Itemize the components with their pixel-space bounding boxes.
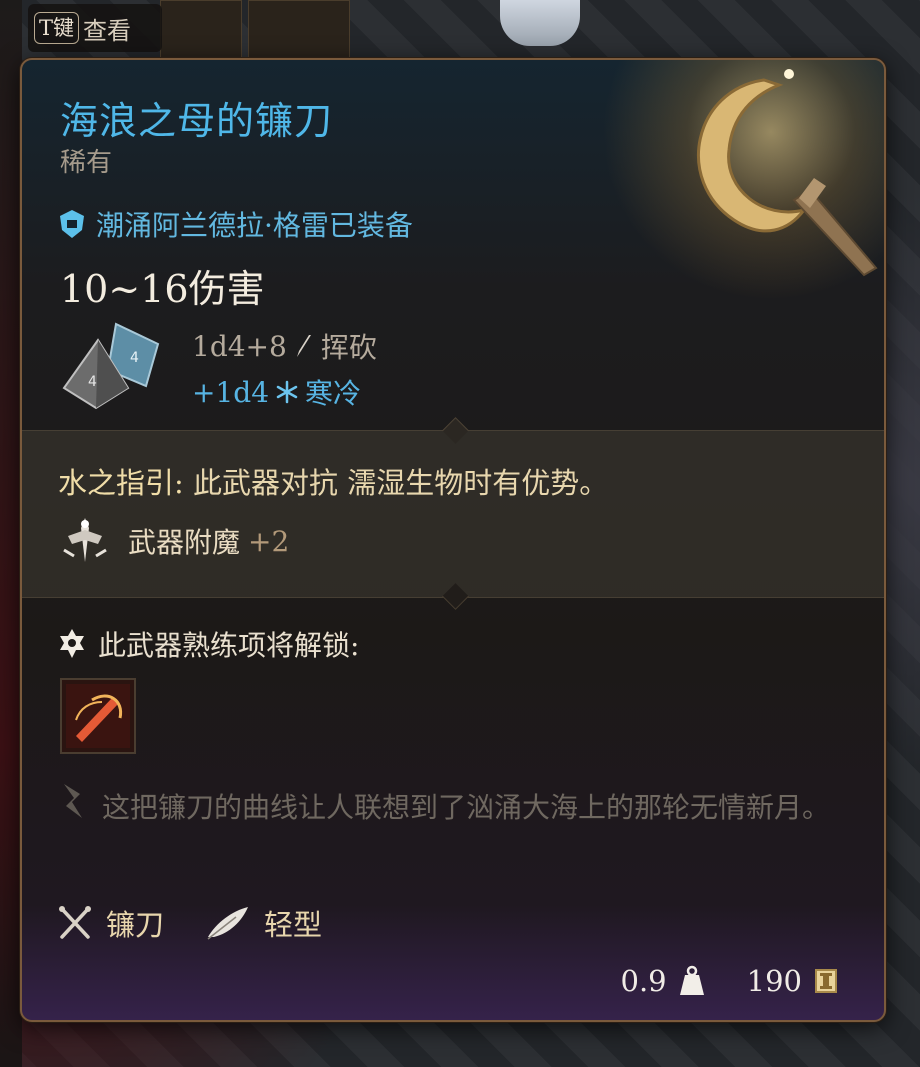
passive-name: 水之指引: <box>58 466 184 500</box>
item-price: 190 <box>746 964 802 998</box>
weapon-weight-class-label: 轻型 <box>264 908 323 942</box>
sickle-icon <box>59 906 91 939</box>
weapon-action-slot[interactable] <box>60 678 136 754</box>
enchantment-bonus: +2 <box>248 524 290 558</box>
svg-text:4: 4 <box>130 350 139 366</box>
proficiency-label: 此武器熟练项将解锁: <box>98 629 360 662</box>
weight-icon <box>679 965 704 995</box>
feather-icon <box>207 907 249 940</box>
svg-text:4: 4 <box>88 374 97 390</box>
enchantment-label: 武器附魔 <box>128 526 241 559</box>
weapon-type-label: 镰刀 <box>106 908 165 942</box>
equipped-by-label: 潮涌阿兰德拉·格雷已装备 <box>96 209 413 242</box>
inspect-label: 查看 <box>83 16 132 45</box>
inventory-item-slot[interactable] <box>160 0 242 60</box>
item-name: 海浪之母的镰刀 <box>60 99 334 143</box>
enchantment-icon <box>63 518 107 562</box>
damage-dice: 1d4+8 <box>192 329 287 363</box>
damage-line-slashing: 1d4+8 挥砍 <box>192 326 377 366</box>
damage-total: 10~16伤害 <box>60 267 265 311</box>
passive-ability[interactable]: 水之指引: 此武器对抗 濡湿生物时有优势。 <box>58 460 608 502</box>
sickle-weapon-image <box>697 69 878 277</box>
item-tooltip: 海浪之母的镰刀 稀有 潮涌阿兰德拉·格雷已装备 10~16伤害 4 4 1d4+… <box>20 58 886 1022</box>
dice-icon: 4 4 <box>62 322 160 410</box>
proficiency-unlock-header: 此武器熟练项将解锁: <box>58 624 359 664</box>
weapon-tags: 镰刀 轻型 <box>58 902 322 944</box>
inventory-item-slot[interactable] <box>248 0 350 60</box>
helmet-icon <box>60 210 84 238</box>
gold-coin-icon <box>815 969 837 993</box>
quill-icon <box>64 784 82 818</box>
inspect-key-hint[interactable]: T键 查看 <box>28 4 162 52</box>
damage-line-cold: +1d4 寒冷 <box>192 372 361 412</box>
equipped-status: 潮涌阿兰德拉·格雷已装备 <box>58 204 413 244</box>
slashing-icon <box>296 335 311 357</box>
item-weight: 0.9 <box>620 964 667 998</box>
weapon-enchantment[interactable]: 武器附魔 +2 <box>58 514 289 568</box>
item-rarity: 稀有 <box>60 148 113 178</box>
passive-text: 此武器对抗 濡湿生物时有优势。 <box>193 466 609 500</box>
damage-type: 寒冷 <box>305 377 362 410</box>
cold-icon <box>276 380 298 404</box>
background-vase <box>500 0 580 46</box>
item-lore: 这把镰刀的曲线让人联想到了汹涌大海上的那轮无情新月。 <box>102 791 831 824</box>
item-footer: 0.9 190 <box>621 964 838 998</box>
damage-dice: +1d4 <box>192 375 270 409</box>
keybind-badge: T键 <box>34 12 80 44</box>
weapon-action-icon <box>66 684 130 748</box>
background-left-panel <box>0 0 22 1067</box>
proficiency-icon <box>60 629 84 658</box>
damage-type: 挥砍 <box>320 331 377 364</box>
